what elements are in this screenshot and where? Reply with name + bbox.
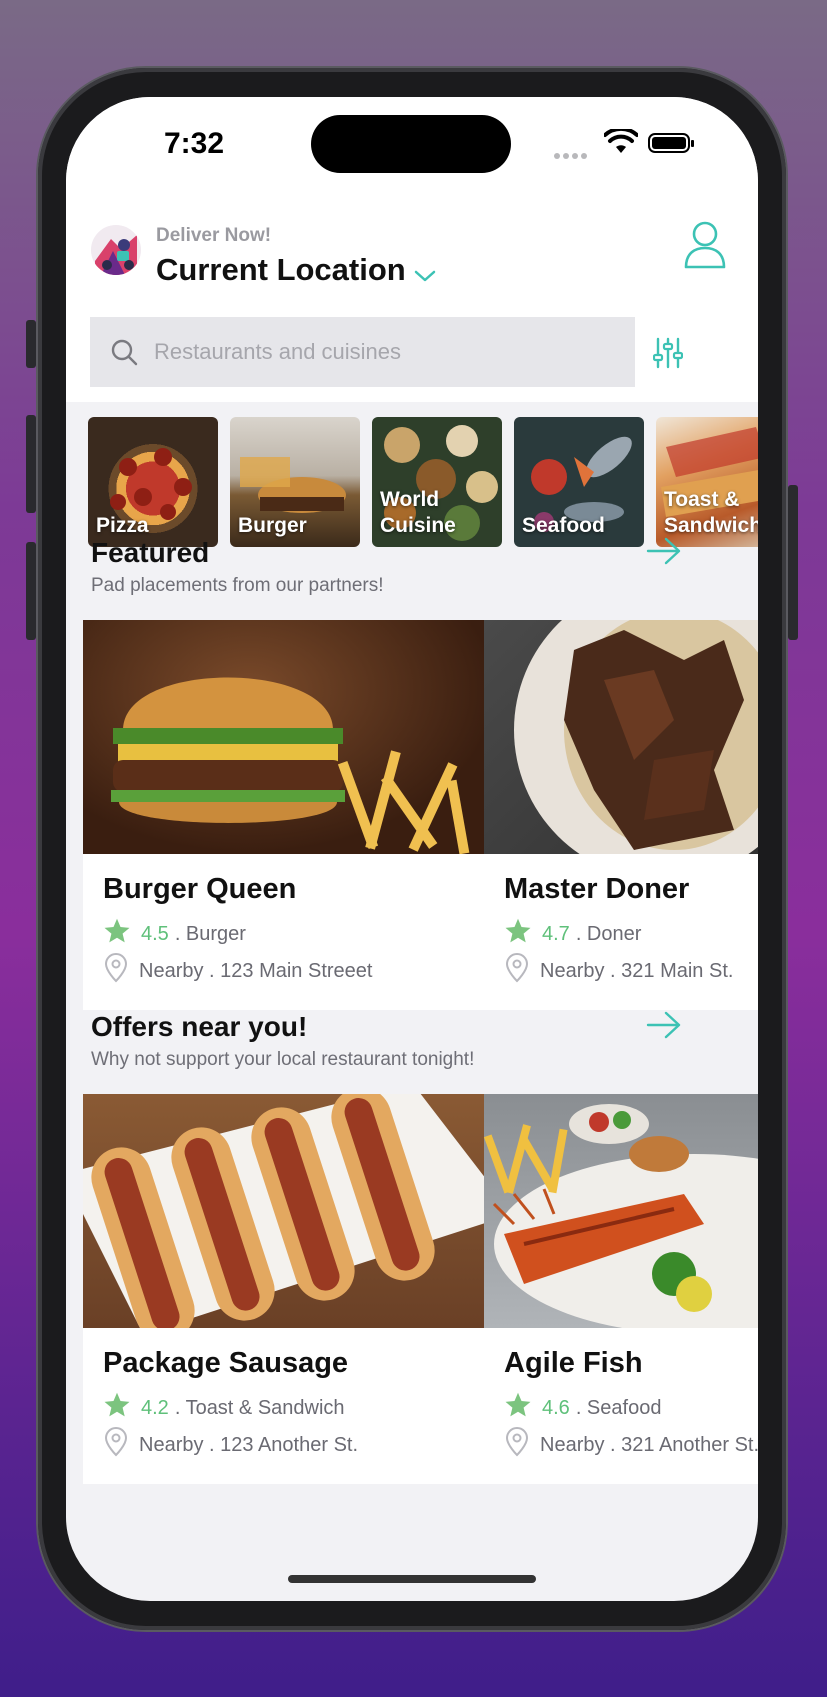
restaurant-name: Agile Fish <box>504 1347 643 1379</box>
rating-value: 4.7 <box>542 922 570 945</box>
category-label: World Cuisine <box>380 488 456 537</box>
search-icon <box>110 338 138 366</box>
burger-queen-image <box>83 620 498 854</box>
category-burger[interactable]: Burger <box>230 417 360 547</box>
address-row: Nearby . 123 Another St. <box>103 1427 358 1463</box>
search-bar[interactable] <box>90 317 635 387</box>
rating-value: 4.5 <box>141 922 169 945</box>
status-time: 7:32 <box>164 127 225 160</box>
volume-down-button <box>26 542 36 640</box>
deliver-now-label: Deliver Now! <box>156 225 272 246</box>
address-row: Nearby . 321 Main St. <box>504 953 733 989</box>
category-label: Seafood <box>522 514 605 537</box>
arrow-right-icon[interactable] <box>646 537 682 570</box>
restaurant-name: Burger Queen <box>103 873 297 905</box>
category-toast-sandwich[interactable]: Toast & Sandwich <box>656 417 758 547</box>
cuisine-label: . Doner <box>575 922 642 945</box>
address-row: Nearby . 321 Another St. <box>504 1427 758 1463</box>
address-text: Nearby . 123 Main Streeet <box>139 959 373 982</box>
offers-title: Offers near you! <box>91 1011 308 1042</box>
rating-row: 4.6 . Seafood <box>504 1391 661 1425</box>
star-icon <box>504 1391 532 1425</box>
category-label: Burger <box>238 514 307 537</box>
power-button <box>788 485 798 640</box>
app-screen: 7:32 Deliver Now! Current Location Resta… <box>66 97 758 1601</box>
agile-fish-image <box>484 1094 758 1328</box>
signal-icon <box>554 146 590 164</box>
arrow-right-icon[interactable] <box>646 1011 682 1044</box>
user-icon[interactable] <box>683 219 727 276</box>
restaurant-card[interactable]: Master Doner 4.7 . Doner Nearby . 321 Ma… <box>484 620 758 1010</box>
restaurant-card[interactable]: Burger Queen 4.5 . Burger Nearby . 123 M… <box>83 620 498 1010</box>
address-text: Nearby . 123 Another St. <box>139 1433 359 1456</box>
wifi-icon <box>603 126 639 160</box>
category-label: Toast & Sandwich <box>664 488 758 537</box>
star-icon <box>504 917 532 951</box>
package-sausage-image <box>83 1094 498 1328</box>
rating-row: 4.5 . Burger <box>103 917 246 951</box>
star-icon <box>103 1391 131 1425</box>
cuisine-label: . Seafood <box>575 1396 662 1419</box>
category-carousel[interactable]: Pizza Burger World Cuisine Seafood Toast… <box>88 417 758 547</box>
address-text: Nearby . 321 Main St. <box>540 959 734 982</box>
sliders-icon[interactable] <box>652 337 684 374</box>
location-pin-icon <box>504 953 530 989</box>
restaurant-card[interactable]: Agile Fish 4.6 . Seafood Nearby . 321 An… <box>484 1094 758 1484</box>
category-pizza[interactable]: Pizza <box>88 417 218 547</box>
restaurant-card[interactable]: Package Sausage 4.2 . Toast & Sandwich N… <box>83 1094 498 1484</box>
dynamic-island <box>311 115 511 173</box>
star-icon <box>103 917 131 951</box>
home-indicator[interactable] <box>288 1575 536 1583</box>
address-text: Nearby . 321 Another St. <box>540 1433 758 1456</box>
volume-up-button <box>26 415 36 513</box>
category-seafood[interactable]: Seafood <box>514 417 644 547</box>
rating-row: 4.2 . Toast & Sandwich <box>103 1391 345 1425</box>
rating-row: 4.7 . Doner <box>504 917 641 951</box>
featured-subtitle: Pad placements from our partners! <box>91 575 384 596</box>
location-text: Current Location <box>156 252 406 287</box>
category-world-cuisine[interactable]: World Cuisine <box>372 417 502 547</box>
master-doner-image <box>484 620 758 854</box>
location-pin-icon <box>103 1427 129 1463</box>
address-row: Nearby . 123 Main Streeet <box>103 953 372 989</box>
location-pin-icon <box>103 953 129 989</box>
chevron-down-icon <box>414 255 436 291</box>
cuisine-label: . Toast & Sandwich <box>174 1396 345 1419</box>
location-selector[interactable]: Current Location <box>156 249 436 291</box>
search-input[interactable] <box>152 338 596 366</box>
offers-subtitle: Why not support your local restaurant to… <box>91 1049 475 1070</box>
cuisine-label: . Burger <box>174 922 246 945</box>
battery-icon <box>648 133 694 153</box>
restaurant-name: Master Doner <box>504 873 690 905</box>
category-label: Pizza <box>96 514 149 537</box>
featured-title: Featured <box>91 537 210 568</box>
delivery-avatar-icon[interactable] <box>91 225 141 275</box>
status-bar: 7:32 <box>66 97 758 187</box>
location-pin-icon <box>504 1427 530 1463</box>
action-button <box>26 320 36 368</box>
rating-value: 4.6 <box>542 1396 570 1419</box>
restaurant-name: Package Sausage <box>103 1347 349 1379</box>
rating-value: 4.2 <box>141 1396 169 1419</box>
